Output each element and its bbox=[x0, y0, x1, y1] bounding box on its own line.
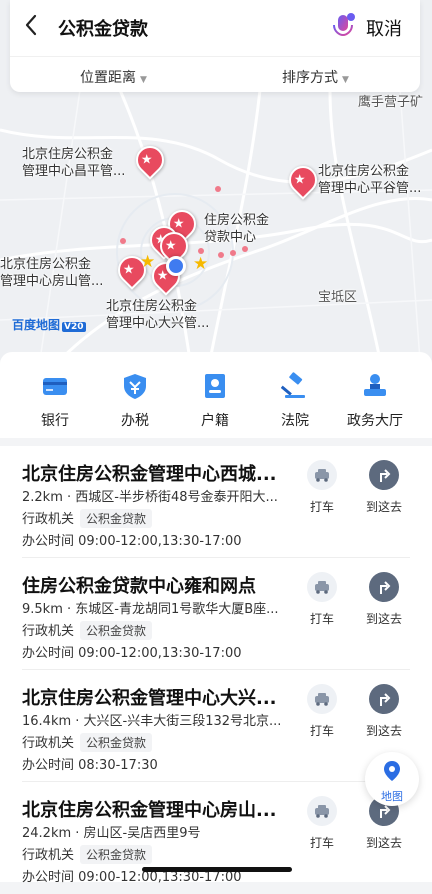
microphone-icon bbox=[333, 13, 355, 40]
map-dot bbox=[230, 250, 236, 256]
navigate-button[interactable]: 到这去 bbox=[358, 684, 410, 739]
map-label-baodi: 宝坻区 bbox=[318, 290, 358, 305]
caret-down-icon: ▼ bbox=[140, 75, 147, 85]
result-hours: 办公时间 09:00-12:00,13:30-17:00 bbox=[22, 646, 242, 661]
taxi-button[interactable]: 打车 bbox=[296, 460, 348, 515]
baidu-map-logo: 百度地图 V20 bbox=[12, 318, 86, 332]
map-dot bbox=[242, 246, 248, 252]
navigate-button[interactable]: 到这去 bbox=[358, 460, 410, 515]
result-tags: 行政机关 公积金贷款 bbox=[22, 508, 153, 528]
result-list: 北京住房公积金管理中心西城... 2.2km · 西城区-半步桥街48号金泰开阳… bbox=[0, 446, 432, 885]
current-location-icon bbox=[166, 256, 186, 276]
bank-card-icon bbox=[43, 378, 67, 395]
court-gavel-icon bbox=[280, 372, 305, 398]
cancel-button[interactable]: 取消 bbox=[366, 15, 402, 41]
category-government-hall[interactable]: 政务大厅 bbox=[340, 372, 410, 430]
map-dot bbox=[120, 238, 126, 244]
map-dot bbox=[215, 186, 221, 192]
result-name[interactable]: 住房公积金贷款中心雍和网点 bbox=[22, 572, 290, 598]
navigate-button[interactable]: 到这去 bbox=[358, 572, 410, 627]
star-marker-icon: ★ bbox=[140, 252, 156, 272]
result-address: 24.2km · 房山区-吴店西里9号 bbox=[22, 826, 201, 841]
result-tags: 行政机关 公积金贷款 bbox=[22, 732, 153, 752]
household-register-icon bbox=[205, 374, 225, 398]
result-address: 16.4km · 大兴区-兴丰大街三段132号北京... bbox=[22, 714, 282, 729]
sort-filter[interactable]: 排序方式 ▼ bbox=[282, 67, 349, 87]
back-arrow-icon bbox=[25, 14, 37, 36]
map-toggle-button[interactable]: 地图 bbox=[365, 752, 419, 806]
search-query[interactable]: 公积金贷款 bbox=[58, 15, 148, 41]
government-hall-icon bbox=[364, 374, 386, 396]
result-tags: 行政机关 公积金贷款 bbox=[22, 620, 153, 640]
search-row: 公积金贷款 取消 bbox=[10, 0, 420, 54]
voice-input-button[interactable] bbox=[332, 12, 356, 42]
route-arrow-icon bbox=[380, 581, 391, 594]
map-label-changping[interactable]: 北京住房公积金 管理中心昌平管... bbox=[22, 146, 125, 180]
caret-down-icon: ▼ bbox=[342, 75, 349, 85]
result-tags: 行政机关 公积金贷款 bbox=[22, 844, 153, 864]
taxi-button[interactable]: 打车 bbox=[296, 572, 348, 627]
result-name[interactable]: 北京住房公积金管理中心西城... bbox=[22, 460, 290, 486]
distance-filter[interactable]: 位置距离 ▼ bbox=[80, 67, 147, 87]
result-name[interactable]: 北京住房公积金管理中心大兴... bbox=[22, 684, 290, 710]
tax-shield-icon bbox=[124, 374, 146, 399]
map-label-center[interactable]: 住房公积金 贷款中心 bbox=[204, 212, 269, 246]
category-bar: 银行 办税 户籍 法院 政务大厅 bbox=[0, 352, 432, 438]
map-label-daxing[interactable]: 北京住房公积金 管理中心大兴管... bbox=[106, 298, 209, 332]
result-address: 9.5km · 东城区-青龙胡同1号歌华大厦B座... bbox=[22, 602, 279, 617]
map-pin-icon bbox=[384, 761, 400, 781]
map-label-pinggu[interactable]: 北京住房公积金 管理中心平谷管... bbox=[318, 163, 421, 197]
category-tax[interactable]: 办税 bbox=[100, 372, 170, 430]
category-household[interactable]: 户籍 bbox=[180, 372, 250, 430]
result-hours: 办公时间 08:30-17:30 bbox=[22, 758, 158, 773]
list-item[interactable]: 北京住房公积金管理中心西城... 2.2km · 西城区-半步桥街48号金泰开阳… bbox=[0, 446, 432, 558]
star-marker-icon: ★ bbox=[193, 254, 209, 274]
taxi-button[interactable]: 打车 bbox=[296, 796, 348, 851]
taxi-car-icon bbox=[315, 581, 329, 594]
map-label-yingshou: 鹰手营子矿 bbox=[358, 95, 424, 110]
filter-row: 位置距离 ▼ 排序方式 ▼ bbox=[10, 56, 420, 93]
search-header-card: 公积金贷款 取消 位置距离 ▼ 排序方式 ▼ bbox=[10, 0, 420, 92]
category-court[interactable]: 法院 bbox=[260, 372, 330, 430]
map-dot bbox=[218, 252, 224, 258]
list-item[interactable]: 住房公积金贷款中心雍和网点 9.5km · 东城区-青龙胡同1号歌华大厦B座..… bbox=[0, 558, 432, 670]
result-name[interactable]: 北京住房公积金管理中心房山... bbox=[22, 796, 290, 822]
taxi-car-icon bbox=[315, 693, 329, 706]
home-indicator[interactable] bbox=[142, 867, 292, 872]
result-address: 2.2km · 西城区-半步桥街48号金泰开阳大... bbox=[22, 490, 278, 505]
result-hours: 办公时间 09:00-12:00,13:30-17:00 bbox=[22, 534, 242, 549]
map-label-fangshan[interactable]: 北京住房公积金 管理中心房山管... bbox=[0, 256, 103, 290]
taxi-car-icon bbox=[315, 805, 329, 818]
category-bank[interactable]: 银行 bbox=[20, 372, 90, 430]
back-button[interactable] bbox=[24, 14, 48, 40]
taxi-car-icon bbox=[315, 469, 329, 482]
route-arrow-icon bbox=[380, 693, 391, 706]
route-arrow-icon bbox=[380, 469, 391, 482]
taxi-button[interactable]: 打车 bbox=[296, 684, 348, 739]
